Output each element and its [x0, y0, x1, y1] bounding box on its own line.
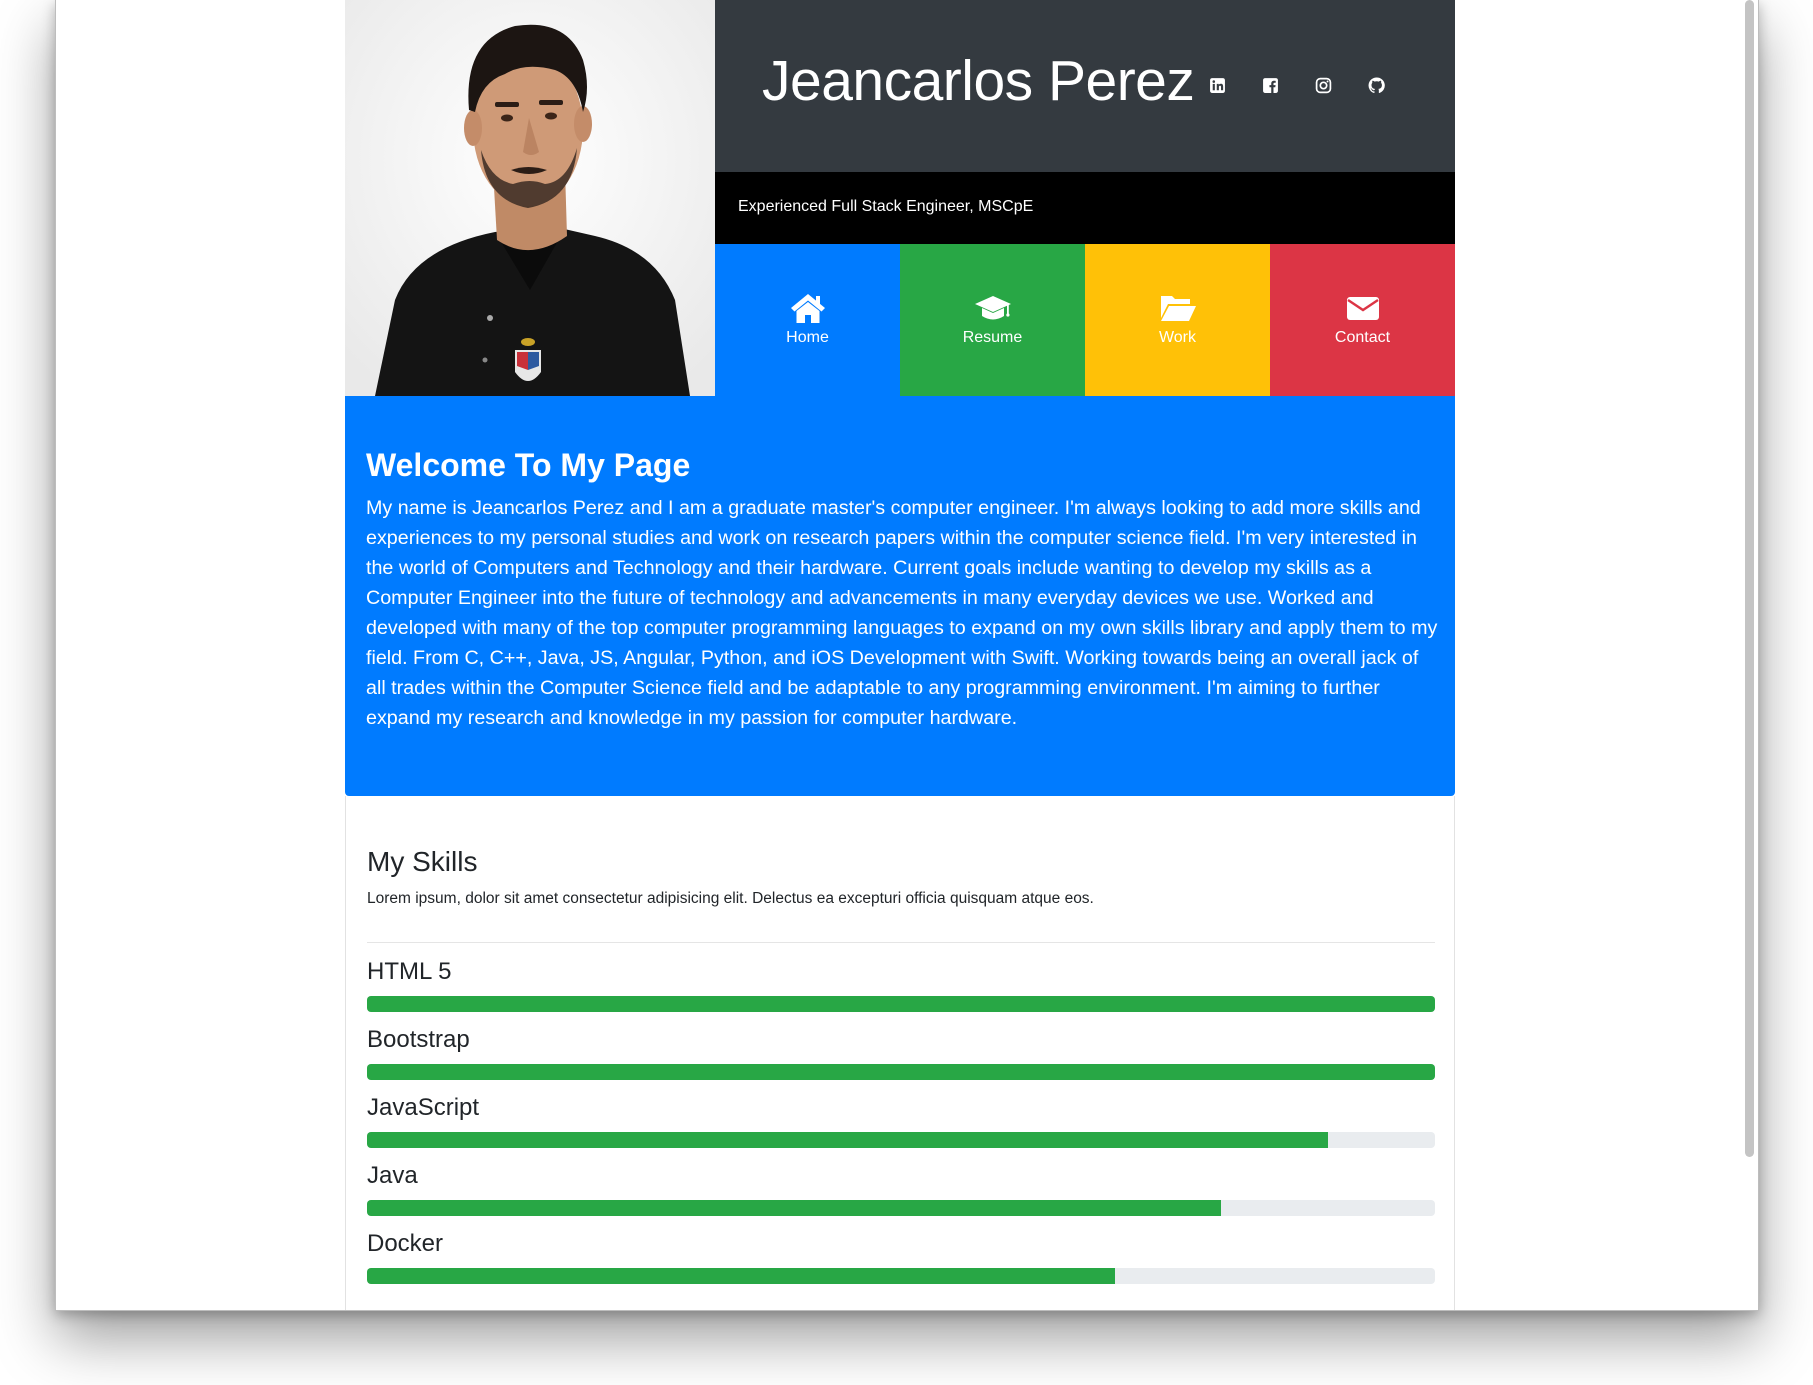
browser-window: Jeancarlos Perez Experienced Full Stack … — [55, 0, 1759, 1311]
skills-intro: Lorem ipsum, dolor sit amet consectetur … — [367, 890, 1094, 907]
skill-progress-bar — [367, 1268, 1115, 1284]
instagram-icon[interactable] — [1314, 76, 1334, 96]
graduation-cap-icon — [974, 292, 1012, 324]
skill-progress-track — [367, 1268, 1435, 1284]
skill-progress-track — [367, 1132, 1435, 1148]
skill-name: JavaScript — [367, 1094, 480, 1121]
folder-open-icon — [1159, 292, 1197, 324]
skill-java: Java — [367, 1162, 1435, 1220]
nav-tile-resume[interactable]: Resume — [900, 244, 1085, 396]
skills-divider — [367, 942, 1435, 943]
skills-title: My Skills — [367, 846, 478, 877]
nav-label-work: Work — [1158, 329, 1197, 346]
skill-progress-track — [367, 1200, 1435, 1216]
skill-name: Docker — [367, 1230, 444, 1257]
welcome-title: Welcome To My Page — [366, 447, 691, 483]
vertical-scrollbar[interactable] — [1745, 0, 1754, 1157]
skill-html5: HTML 5 — [367, 958, 1435, 1016]
welcome-body: My name is Jeancarlos Perez and I am a g… — [366, 497, 1438, 729]
skill-progress-bar — [367, 996, 1435, 1012]
page-container: Jeancarlos Perez Experienced Full Stack … — [345, 0, 1455, 1310]
nav-label-home: Home — [786, 329, 829, 346]
skill-bootstrap: Bootstrap — [367, 1026, 1435, 1084]
tagline-bar: Experienced Full Stack Engineer, MSCpE — [715, 172, 1455, 244]
nav-tile-home[interactable]: Home — [715, 244, 900, 396]
skill-progress-bar — [367, 1132, 1329, 1148]
header-banner: Jeancarlos Perez — [715, 0, 1455, 172]
skills-section: My Skills Lorem ipsum, dolor sit amet co… — [345, 796, 1455, 1310]
tagline: Experienced Full Stack Engineer, MSCpE — [738, 198, 1034, 215]
profile-photo — [345, 0, 715, 396]
skill-progress-bar — [367, 1200, 1222, 1216]
site-owner-name: Jeancarlos Perez — [762, 49, 1195, 113]
skill-docker: Docker — [367, 1230, 1435, 1288]
skill-name: Bootstrap — [367, 1026, 470, 1053]
home-icon — [789, 292, 827, 324]
envelope-icon — [1344, 292, 1382, 324]
skill-javascript: JavaScript — [367, 1094, 1435, 1152]
skill-progress-track — [367, 996, 1435, 1012]
nav-tile-contact[interactable]: Contact — [1270, 244, 1455, 396]
nav-label-contact: Contact — [1334, 329, 1391, 346]
welcome-section: Welcome To My Page My name is Jeancarlos… — [345, 396, 1455, 796]
skill-name: Java — [367, 1162, 418, 1189]
github-icon[interactable] — [1367, 76, 1387, 96]
skill-progress-track — [367, 1064, 1435, 1080]
nav-tile-work[interactable]: Work — [1085, 244, 1270, 396]
nav-label-resume: Resume — [962, 329, 1023, 346]
linkedin-icon[interactable] — [1208, 76, 1228, 96]
facebook-icon[interactable] — [1261, 76, 1281, 96]
skill-name: HTML 5 — [367, 958, 452, 985]
skill-progress-bar — [367, 1064, 1435, 1080]
